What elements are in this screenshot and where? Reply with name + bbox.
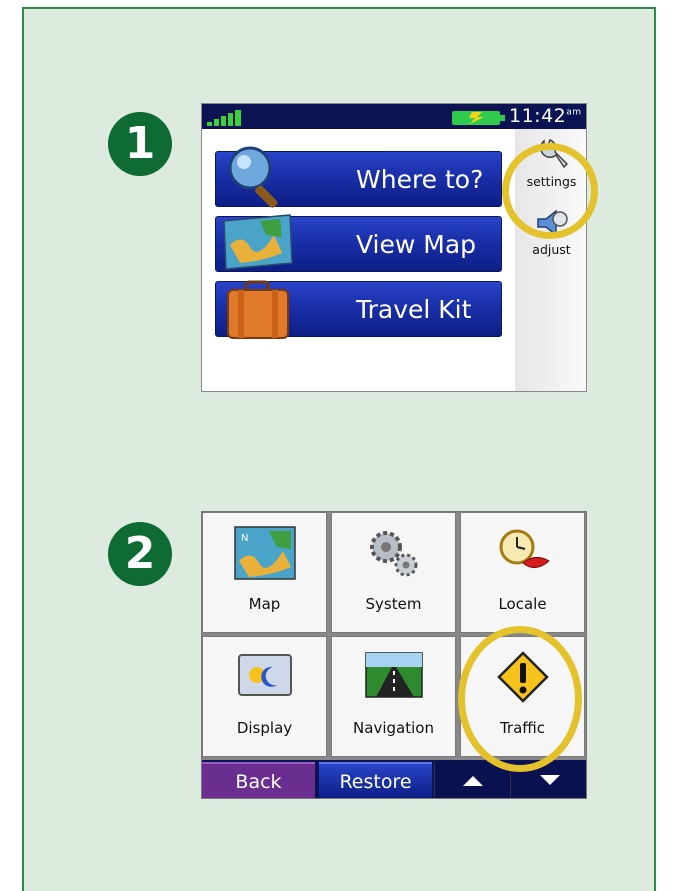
display-icon <box>238 654 292 696</box>
map-icon: N <box>234 526 296 580</box>
step-2-badge: 2 <box>108 522 172 586</box>
gears-icon <box>370 531 418 577</box>
svg-text:N: N <box>241 533 248 544</box>
display-label: Display <box>236 719 293 737</box>
battery-icon[interactable] <box>452 111 506 125</box>
system-label: System <box>365 595 422 613</box>
clock-lips-icon <box>499 529 550 568</box>
adjust-label: adjust <box>532 242 571 257</box>
suitcase-icon <box>227 280 289 339</box>
display-settings-tile[interactable]: Display <box>202 636 327 757</box>
map-label: Map <box>248 595 281 613</box>
view-map-label: View Map <box>356 230 477 259</box>
where-to-button[interactable]: Where to? <box>215 146 502 208</box>
road-icon <box>365 652 423 698</box>
traffic-highlight-ring <box>458 626 582 772</box>
back-button[interactable]: Back <box>202 762 315 798</box>
clock-display: 11:42am <box>509 105 582 127</box>
locale-settings-tile[interactable]: Locale <box>460 512 585 633</box>
locale-label: Locale <box>498 595 547 613</box>
step-1-badge: 1 <box>108 112 172 176</box>
navigation-label: Navigation <box>353 719 434 737</box>
map-icon <box>223 214 293 270</box>
where-to-label: Where to? <box>356 165 484 194</box>
clock-ampm: am <box>566 107 582 118</box>
view-map-button[interactable]: View Map <box>215 214 502 272</box>
satellite-signal-icon[interactable] <box>207 109 255 127</box>
settings-highlight-ring <box>502 143 598 239</box>
magnifier-icon <box>228 146 278 208</box>
restore-button[interactable]: Restore <box>319 762 432 798</box>
system-settings-tile[interactable]: System <box>331 512 456 633</box>
map-settings-tile[interactable]: N Map <box>202 512 327 633</box>
status-bar: 11:42am <box>202 104 586 129</box>
travel-kit-button[interactable]: Travel Kit <box>215 280 502 339</box>
travel-kit-label: Travel Kit <box>356 295 472 324</box>
navigation-settings-tile[interactable]: Navigation <box>331 636 456 757</box>
clock-time: 11:42 <box>509 105 567 127</box>
